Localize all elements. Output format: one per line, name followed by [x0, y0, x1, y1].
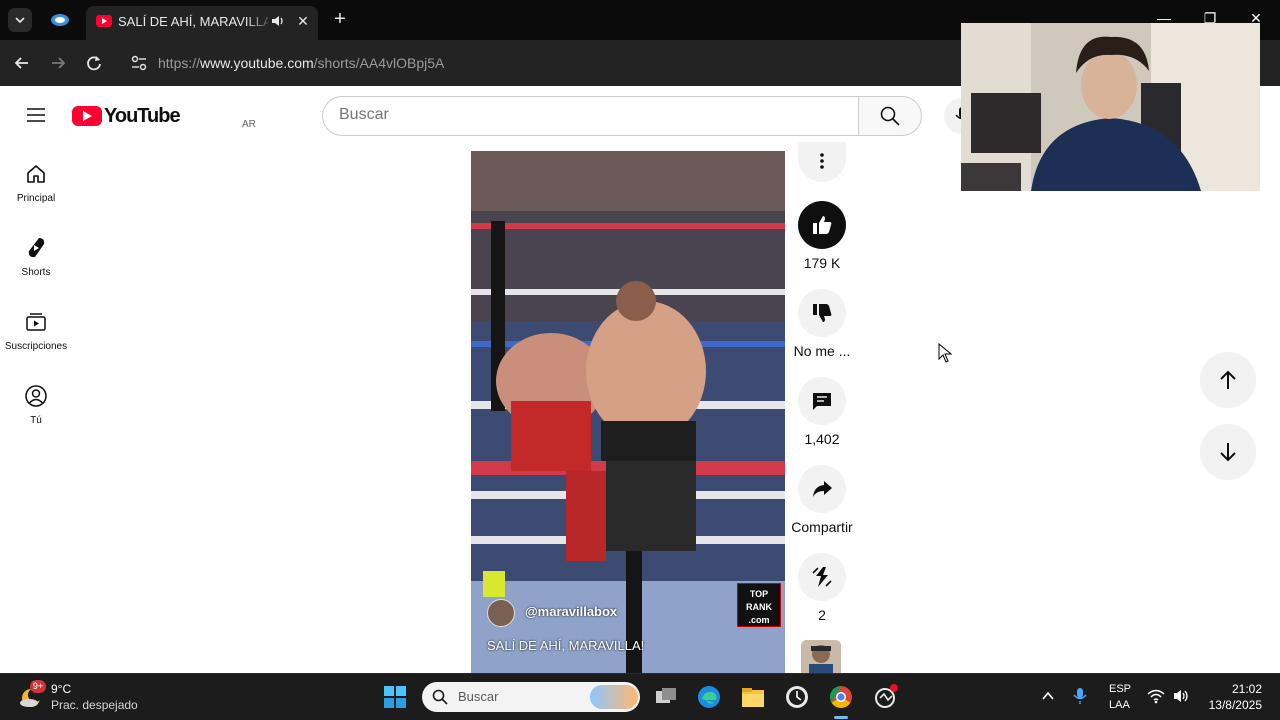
address-bar[interactable]: https://www.youtube.com/shorts/AA4vlOBpj…: [118, 46, 978, 80]
weather-description[interactable]: Prac. despejado: [51, 698, 138, 712]
screen: SALÍ DE AHÍ, MARAVILLA! - YouTube ✕ + ht…: [0, 0, 1280, 720]
like-button[interactable]: [798, 201, 846, 249]
sidebar-item-label: Principal: [16, 193, 56, 204]
subscriptions-icon: [26, 313, 46, 331]
hamburger-menu-icon[interactable]: [24, 104, 48, 126]
sidebar-item-label: Tú: [30, 415, 42, 426]
recorder-app-icon[interactable]: [870, 682, 900, 712]
search-input[interactable]: [339, 106, 839, 124]
badge-line: TOP: [749, 589, 769, 599]
active-tab[interactable]: SALÍ DE AHÍ, MARAVILLA! - YouTube ✕: [86, 6, 318, 40]
comments-button[interactable]: [798, 377, 846, 425]
chrome-browser-icon[interactable]: [826, 682, 856, 712]
badge-line: RANK: [746, 602, 772, 612]
reload-icon[interactable]: [83, 52, 105, 74]
chevron-down-icon: [15, 17, 25, 24]
windows-taskbar: 9+ 9°C Prac. despejado Buscar ESP LAA 21…: [0, 673, 1280, 720]
sidebar-item-label: Suscripciones: [4, 341, 68, 352]
url-path: /shorts/AA4vlOBpj5A: [313, 55, 445, 71]
task-view-icon[interactable]: [651, 682, 681, 712]
taskbar-search-box[interactable]: Buscar: [422, 682, 640, 712]
speaker-icon[interactable]: [270, 13, 286, 29]
new-tab-button[interactable]: +: [330, 9, 350, 30]
you-icon: [25, 385, 47, 407]
sidebar: Principal Shorts Suscripciones Tú: [0, 144, 72, 674]
share-button[interactable]: [798, 465, 846, 513]
edge-browser-icon[interactable]: [694, 682, 724, 712]
dislike-label: No me ...: [793, 343, 851, 359]
browser-app-icon: [51, 14, 69, 26]
url-text: https://www.youtube.com/shorts/AA4vlOBpj…: [158, 55, 444, 71]
sidebar-item-shorts[interactable]: Shorts: [0, 218, 72, 288]
weather-temperature[interactable]: 9°C: [51, 682, 71, 696]
url-host: www.youtube.com: [200, 55, 314, 71]
clock-date[interactable]: 13/8/2025: [1190, 698, 1262, 712]
shorts-icon: [28, 238, 45, 258]
tab-search-button[interactable]: [8, 8, 32, 32]
site-settings-icon[interactable]: [130, 54, 148, 72]
file-explorer-icon[interactable]: [738, 682, 768, 712]
dislike-button[interactable]: [798, 289, 846, 337]
remix-count: 2: [818, 607, 826, 623]
clock-app-icon[interactable]: [782, 682, 812, 712]
audio-source-thumbnail[interactable]: [801, 640, 841, 673]
share-icon: [813, 481, 832, 497]
shorts-video-player[interactable]: TOP RANK .com @maravillabox SALÍ DE AHÍ,…: [471, 151, 785, 673]
country-code: AR: [242, 119, 256, 130]
remix-icon: [812, 567, 832, 587]
url-prefix: https://: [158, 55, 201, 71]
remix-button[interactable]: [798, 553, 846, 601]
search-box: [322, 96, 859, 136]
thumbs-up-icon: [813, 216, 832, 234]
search-icon: [880, 106, 900, 126]
arrow-up-icon: [1220, 370, 1236, 389]
sidebar-item-you[interactable]: Tú: [0, 366, 72, 436]
volume-icon[interactable]: [1172, 688, 1190, 704]
comments-count: 1,402: [804, 431, 840, 447]
badge-line: .com: [748, 615, 770, 625]
thumbs-down-icon: [813, 304, 832, 322]
comment-icon: [813, 393, 831, 410]
close-tab-button[interactable]: ✕: [294, 12, 312, 30]
audio-avatar-image: [801, 640, 841, 673]
previous-short-button[interactable]: [1200, 352, 1256, 408]
clock-time[interactable]: 21:02: [1200, 682, 1262, 696]
microphone-tray-icon[interactable]: [1072, 687, 1088, 705]
channel-avatar[interactable]: [487, 599, 515, 627]
youtube-favicon-icon: [96, 15, 112, 27]
top-rank-watermark: TOP RANK .com: [737, 583, 781, 627]
taskbar-search-text: Buscar: [458, 689, 499, 704]
inactive-tab[interactable]: [48, 10, 72, 30]
search-icon: [432, 689, 448, 705]
active-app-indicator: [834, 716, 848, 719]
youtube-logo-text: YouTube: [104, 105, 181, 127]
search-button[interactable]: [858, 96, 922, 136]
youtube-logo[interactable]: YouTube AR: [72, 105, 256, 130]
keyboard-layout[interactable]: LAA: [1109, 699, 1130, 711]
wifi-icon[interactable]: [1147, 688, 1165, 704]
arrow-down-icon: [1220, 443, 1236, 462]
back-arrow-icon[interactable]: [11, 52, 33, 74]
windows-start-icon[interactable]: [384, 686, 406, 708]
youtube-logo-icon: [72, 106, 102, 126]
webcam-person-image: [961, 23, 1260, 191]
input-language[interactable]: ESP: [1109, 683, 1131, 695]
forward-arrow-icon[interactable]: [47, 52, 69, 74]
home-icon: [27, 165, 45, 183]
more-options-button[interactable]: [798, 142, 846, 182]
share-label: Compartir: [791, 519, 853, 535]
more-vertical-icon: [820, 153, 824, 169]
sidebar-item-home[interactable]: Principal: [0, 144, 72, 214]
like-count: 179 K: [803, 255, 841, 271]
short-caption: SALÍ DE AHÍ, MARAVILLA!: [487, 638, 645, 653]
sidebar-item-label: Shorts: [21, 267, 51, 278]
channel-handle[interactable]: @maravillabox: [525, 604, 617, 619]
next-short-button[interactable]: [1200, 424, 1256, 480]
sidebar-item-subscriptions[interactable]: Suscripciones: [0, 292, 72, 362]
mouse-cursor-icon: [938, 343, 952, 363]
search-highlight-image: [590, 685, 638, 709]
weather-notification-badge: 9+: [30, 680, 46, 693]
webcam-overlay: [961, 23, 1260, 191]
chevron-up-icon[interactable]: [1040, 688, 1056, 704]
